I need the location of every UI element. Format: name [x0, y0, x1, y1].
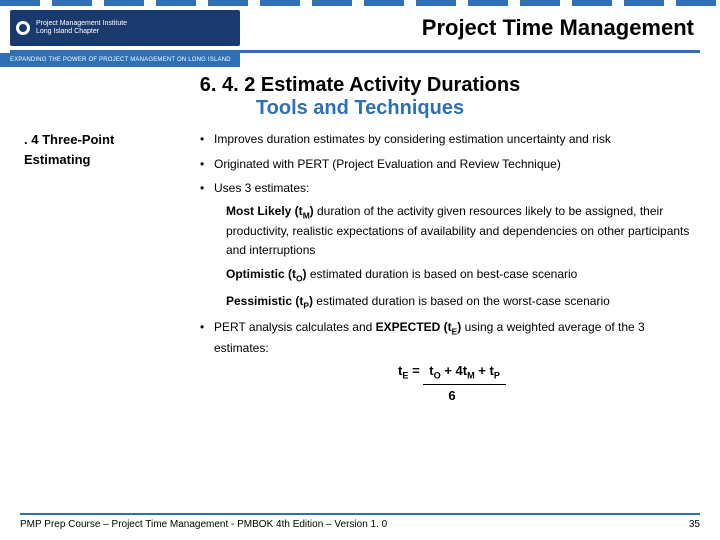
slide: Project Management Institute Long Island… — [0, 0, 720, 540]
bullet-2: Originated with PERT (Project Evaluation… — [200, 155, 690, 174]
logo-line1: Project Management Institute — [36, 20, 127, 28]
section-label: Three-Point Estimating — [24, 132, 114, 167]
pmi-logo-icon — [16, 21, 30, 35]
section-heading: . 4 Three-Point Estimating — [24, 130, 184, 412]
body: . 4 Three-Point Estimating Improves dura… — [0, 120, 720, 412]
estimate-pessimistic: Pessimistic (tP) estimated duration is b… — [226, 292, 690, 312]
header: Project Management Institute Long Island… — [0, 6, 720, 48]
logo-line2: Long Island Chapter — [36, 28, 127, 36]
slide-title: Project Time Management — [240, 15, 700, 41]
section-num: . 4 — [24, 132, 38, 147]
estimate-most-likely: Most Likely (tM) duration of the activit… — [226, 202, 690, 260]
bullet-1: Improves duration estimates by consideri… — [200, 130, 690, 149]
logo-tagline: EXPANDING THE POWER OF PROJECT MANAGEMEN… — [0, 53, 240, 67]
slide-subtitle: 6. 4. 2 Estimate Activity Durations — [0, 73, 720, 97]
estimate-optimistic: Optimistic (tO) estimated duration is ba… — [226, 265, 690, 285]
footer: PMP Prep Course – Project Time Managemen… — [0, 513, 720, 530]
formula-denominator: 6 — [214, 386, 690, 406]
pert-formula: tE = tO + 4tM + tP 6 — [214, 361, 690, 406]
estimates-block: Most Likely (tM) duration of the activit… — [226, 202, 690, 312]
slide-subtitle2: Tools and Techniques — [0, 97, 720, 120]
bullet-4: PERT analysis calculates and EXPECTED (t… — [200, 318, 690, 406]
pmi-logo: Project Management Institute Long Island… — [10, 10, 240, 46]
bullet-3-text: Uses 3 estimates: — [214, 181, 309, 195]
pmi-logo-text: Project Management Institute Long Island… — [36, 20, 127, 35]
footer-text: PMP Prep Course – Project Time Managemen… — [20, 519, 387, 530]
content: Improves duration estimates by consideri… — [200, 130, 690, 412]
page-number: 35 — [689, 519, 700, 530]
footer-rule — [20, 513, 700, 515]
bullet-3: Uses 3 estimates: Most Likely (tM) durat… — [200, 179, 690, 312]
